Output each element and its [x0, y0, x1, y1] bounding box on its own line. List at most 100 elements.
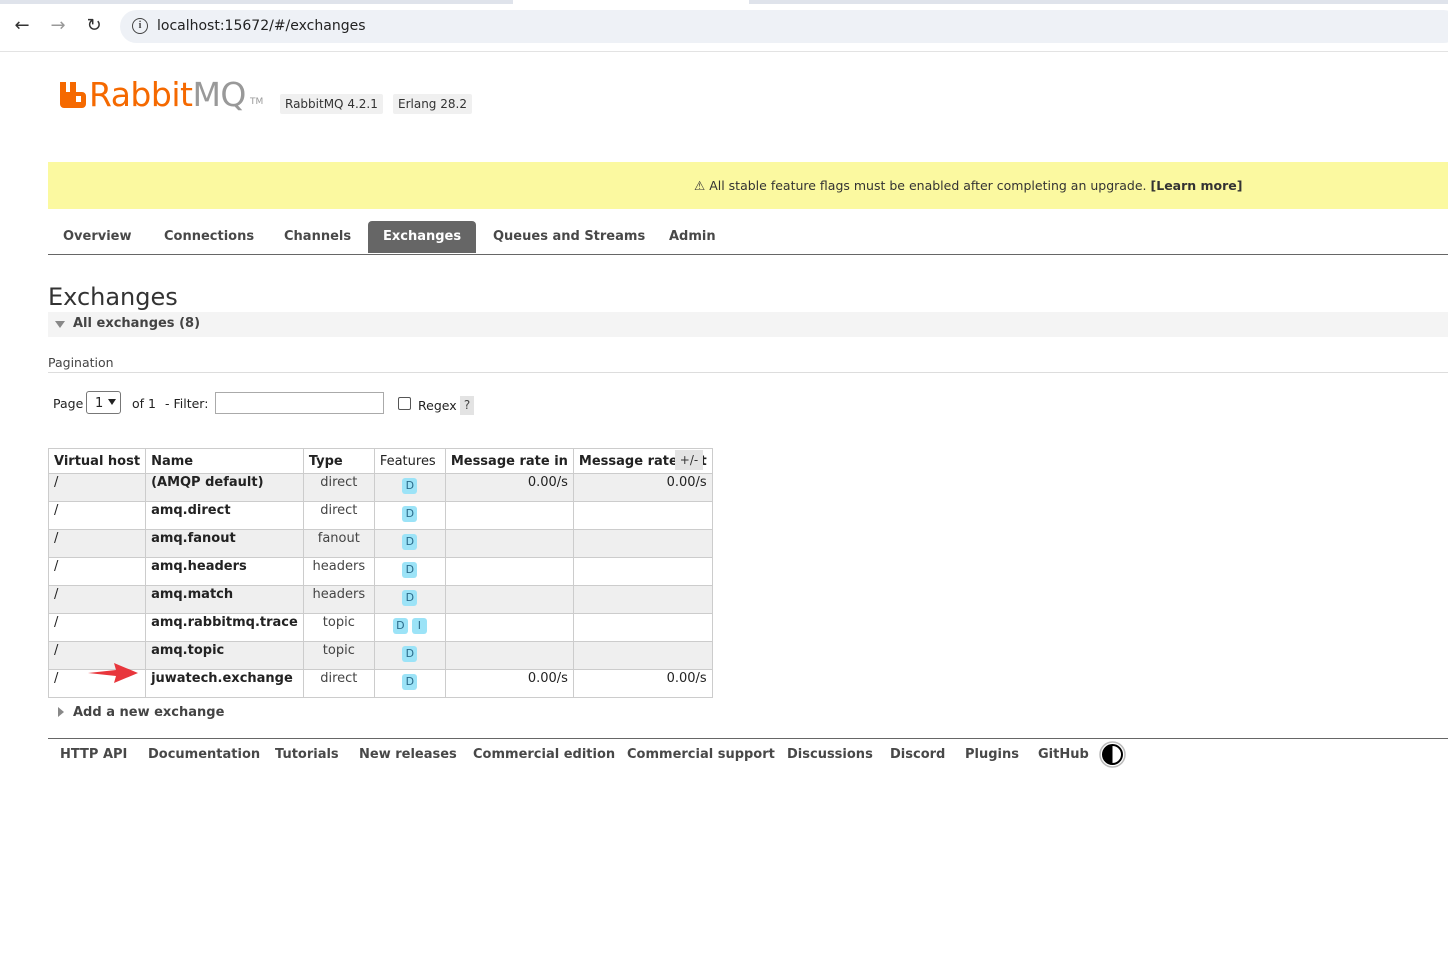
exchange-name-link[interactable]: amq.direct [145, 501, 304, 530]
banner-text: All stable feature flags must be enabled… [709, 178, 1147, 193]
rate-in-cell [444, 557, 574, 586]
page-count-label: of 1 [132, 396, 156, 411]
forward-arrow-icon[interactable]: → [46, 14, 70, 38]
tab-admin[interactable]: Admin [654, 221, 731, 253]
learn-more-link[interactable]: [Learn more] [1151, 178, 1243, 193]
exchange-name-link[interactable]: amq.headers [145, 557, 304, 586]
footer-link-discussions[interactable]: Discussions [787, 747, 873, 762]
footer-link-documentation[interactable]: Documentation [148, 747, 260, 762]
table-row[interactable]: / (AMQP default) direct D 0.00/s 0.00/s [47, 473, 713, 502]
vhost-cell: / [47, 501, 147, 530]
table-row[interactable]: / amq.direct direct D [47, 501, 713, 530]
rate-out-cell [572, 529, 713, 558]
pagination-divider [48, 372, 1448, 373]
column-header-virtual-host[interactable]: Virtual host [47, 448, 147, 474]
column-header-features: Features [373, 448, 446, 474]
exchange-name-link[interactable]: juwatech.exchange [145, 669, 304, 698]
rate-in-cell [444, 529, 574, 558]
column-header-name[interactable]: Name [145, 448, 304, 474]
exchanges-table-body: / (AMQP default) direct D 0.00/s 0.00/s / amq.d… [47, 473, 713, 698]
rate-out-cell [572, 641, 713, 670]
contrast-icon[interactable] [1099, 741, 1126, 768]
back-arrow-icon[interactable]: ← [10, 14, 34, 38]
footer-link-commercial-edition[interactable]: Commercial edition [473, 747, 615, 762]
table-row[interactable]: / amq.fanout fanout D [47, 529, 713, 558]
logo-trademark: TM [250, 97, 264, 107]
durable-badge: D [402, 562, 418, 578]
table-row[interactable]: / juwatech.exchange direct D 0.00/s 0.00/s [47, 669, 713, 698]
features-cell: D [373, 501, 446, 530]
warning-banner: ⚠ All stable feature flags must be enabl… [48, 162, 1448, 209]
features-cell: D [373, 585, 446, 614]
footer-link-discord[interactable]: Discord [890, 747, 945, 762]
rate-out-cell [572, 501, 713, 530]
page-select-value: 1 [95, 396, 104, 411]
rate-in-cell [444, 585, 574, 614]
tab-queues-and-streams[interactable]: Queues and Streams [478, 221, 660, 253]
vhost-cell: / [47, 473, 147, 502]
reload-icon[interactable]: ↻ [82, 14, 106, 38]
page-label: Page [53, 396, 84, 411]
regex-help-button[interactable]: ? [460, 396, 474, 415]
footer-link-github[interactable]: GitHub [1038, 747, 1089, 762]
exchange-name-link[interactable]: amq.rabbitmq.trace [145, 613, 304, 642]
type-cell: fanout [302, 529, 375, 558]
exchange-name-link[interactable]: amq.topic [145, 641, 304, 670]
footer-link-plugins[interactable]: Plugins [965, 747, 1019, 762]
browser-tab[interactable] [513, 0, 749, 4]
type-cell: direct [302, 501, 375, 530]
table-row[interactable]: / amq.headers headers D [47, 557, 713, 586]
address-url[interactable]: localhost:15672/#/exchanges [157, 18, 365, 34]
rate-in-cell [444, 501, 574, 530]
features-cell: D [373, 529, 446, 558]
all-exchanges-section-header[interactable]: All exchanges (8) [48, 312, 1448, 337]
logo-mq-text: MQ [192, 75, 246, 114]
columns-toggle-button[interactable]: +/- [675, 450, 703, 470]
table-row[interactable]: / amq.rabbitmq.trace topic D I [47, 613, 713, 642]
warning-icon: ⚠ [694, 178, 706, 193]
regex-checkbox[interactable] [398, 397, 411, 410]
internal-badge: I [411, 618, 427, 634]
footer-link-tutorials[interactable]: Tutorials [275, 747, 339, 762]
footer-link-new-releases[interactable]: New releases [359, 747, 457, 762]
type-cell: direct [302, 473, 375, 502]
erlang-badge: Erlang 28.2 [393, 94, 472, 114]
rate-out-cell [572, 613, 713, 642]
durable-badge: D [402, 478, 418, 494]
collapse-triangle-icon [55, 321, 65, 328]
exchange-name-link[interactable]: amq.fanout [145, 529, 304, 558]
banner-message: ⚠ All stable feature flags must be enabl… [694, 178, 1243, 193]
footer-link-commercial-support[interactable]: Commercial support [627, 747, 775, 762]
features-cell: D [373, 641, 446, 670]
section-title: All exchanges (8) [73, 316, 201, 331]
vhost-cell: / [47, 613, 147, 642]
tab-exchanges[interactable]: Exchanges [368, 221, 477, 253]
page-select[interactable]: 1 [86, 391, 121, 414]
browser-tabstrip [0, 0, 1448, 4]
address-bar[interactable]: i localhost:15672/#/exchanges [120, 10, 1448, 43]
column-header-rate-in: Message rate in [444, 448, 574, 474]
info-icon[interactable]: i [132, 18, 148, 34]
page-title: Exchanges [48, 283, 178, 311]
footer-link-http-api[interactable]: HTTP API [60, 747, 127, 762]
exchange-name-link[interactable]: (AMQP default) [145, 473, 304, 502]
rate-out-cell: 0.00/s [572, 669, 713, 698]
features-cell: D [373, 473, 446, 502]
durable-badge: D [402, 590, 418, 606]
durable-badge: D [392, 618, 408, 634]
exchange-name-link[interactable]: amq.match [145, 585, 304, 614]
filter-input[interactable] [215, 392, 384, 414]
tab-channels[interactable]: Channels [269, 221, 366, 253]
table-row[interactable]: / amq.match headers D [47, 585, 713, 614]
rate-out-cell: 0.00/s [572, 473, 713, 502]
tab-connections[interactable]: Connections [149, 221, 269, 253]
features-cell: D [373, 557, 446, 586]
type-cell: topic [302, 641, 375, 670]
version-badge: RabbitMQ 4.2.1 [280, 94, 383, 114]
column-header-type[interactable]: Type [302, 448, 375, 474]
vhost-cell: / [47, 529, 147, 558]
tab-overview[interactable]: Overview [48, 221, 147, 253]
durable-badge: D [402, 506, 418, 522]
expand-triangle-icon [58, 707, 64, 717]
table-row[interactable]: / amq.topic topic D [47, 641, 713, 670]
